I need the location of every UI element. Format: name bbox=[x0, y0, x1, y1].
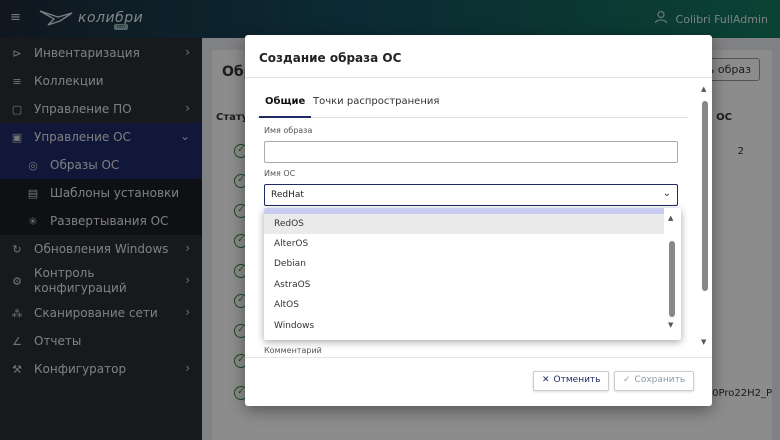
chevron-down-icon: ⌄ bbox=[662, 188, 671, 199]
dialog-title: Создание образа ОС bbox=[259, 51, 402, 65]
close-icon: ✕ bbox=[542, 375, 550, 385]
dialog-scrollbar-thumb[interactable] bbox=[702, 101, 708, 291]
divider bbox=[245, 357, 712, 358]
dropdown-option[interactable]: AlterOS bbox=[264, 234, 664, 254]
dropdown-option[interactable]: Windows bbox=[264, 316, 664, 336]
image-name-input[interactable] bbox=[264, 141, 678, 163]
os-name-label: Имя ОС bbox=[264, 169, 296, 178]
scroll-up-arrow-icon[interactable]: ▲ bbox=[701, 85, 706, 93]
save-button-label: Сохранить bbox=[634, 375, 686, 385]
dropdown-option[interactable]: Debian bbox=[264, 254, 664, 274]
scroll-up-arrow-icon[interactable]: ▲ bbox=[668, 214, 673, 222]
divider bbox=[245, 77, 712, 78]
scroll-down-arrow-icon[interactable]: ▼ bbox=[668, 321, 673, 329]
cancel-button-label: Отменить bbox=[553, 375, 601, 385]
dropdown-option[interactable]: RedOS bbox=[264, 214, 664, 234]
dropdown-option[interactable]: AstraOS bbox=[264, 275, 664, 295]
os-name-value: RedHat bbox=[271, 190, 304, 200]
save-button[interactable]: ✓ Сохранить bbox=[614, 371, 695, 391]
comment-label: Комментарий bbox=[264, 346, 322, 355]
dialog-tabs: Общие Точки распространения bbox=[257, 92, 688, 118]
scroll-down-arrow-icon[interactable]: ▼ bbox=[701, 338, 706, 346]
os-name-select[interactable]: RedHat ⌄ bbox=[264, 184, 678, 206]
dropdown-scrollbar-thumb[interactable] bbox=[669, 241, 675, 317]
check-icon: ✓ bbox=[623, 375, 631, 385]
os-name-dropdown: RedOS AlterOS Debian AstraOS AltOS Windo… bbox=[264, 208, 681, 340]
dropdown-option[interactable]: AltOS bbox=[264, 295, 664, 315]
image-name-label: Имя образа bbox=[264, 126, 313, 135]
tab-general[interactable]: Общие bbox=[259, 96, 312, 118]
cancel-button[interactable]: ✕ Отменить bbox=[533, 371, 610, 391]
tab-distribution-points[interactable]: Точки распространения bbox=[307, 96, 445, 118]
